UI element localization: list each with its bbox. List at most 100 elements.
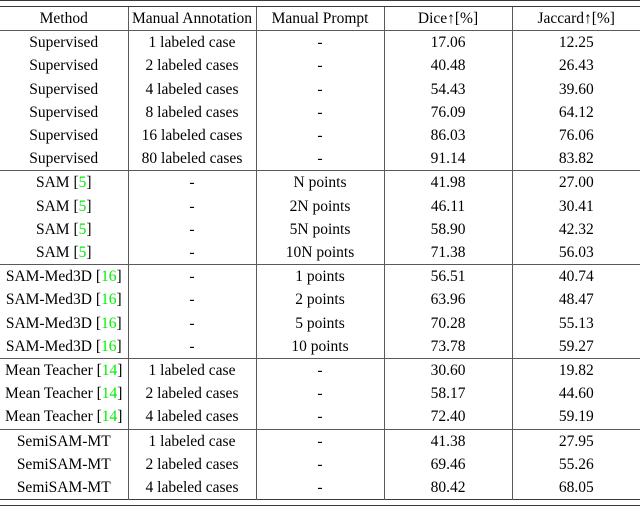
cell-dice: 58.17 — [384, 382, 513, 406]
method-label: SAM-Med3D — [5, 314, 92, 332]
cell-manual-annotation: 4 labeled cases — [128, 77, 257, 101]
cell-manual-annotation: 8 labeled cases — [128, 100, 257, 125]
cell-dice: 73.78 — [384, 334, 513, 359]
cell-manual-prompt: 5 points — [256, 311, 385, 335]
cell-jaccard: 59.19 — [558, 408, 594, 426]
citation-ref[interactable]: 16 — [101, 315, 117, 332]
cell-manual-prompt: - — [256, 405, 385, 430]
cell-dice: 80.42 — [384, 476, 513, 500]
cell-manual-annotation: - — [128, 265, 257, 289]
column-header-method: Method — [0, 6, 129, 31]
cell-jaccard: 27.95 — [558, 432, 594, 450]
table-row: Supervised 4 labeled cases -54.43 39.60 — [0, 77, 640, 101]
citation-bracket-close: ] — [116, 291, 122, 309]
cell-manual-prompt: 2N points — [256, 194, 385, 218]
table-row: SAM-Med3D [16] -2 points 63.96 48.47 — [0, 288, 640, 312]
cell-dice: 30.60 — [384, 359, 513, 383]
cell-manual-prompt: 10 points — [256, 334, 385, 359]
citation-ref[interactable]: 14 — [102, 362, 118, 379]
table-row: SAM [5] -2N points 46.11 30.41 — [0, 194, 640, 218]
comparison-results-table: Method Manual Annotation Manual Prompt Dice… — [0, 0, 640, 507]
cell-jaccard: 19.82 — [558, 362, 594, 380]
cell-method: Mean Teacher [14] — [0, 359, 129, 383]
cell-method: Mean Teacher [14] — [0, 405, 129, 430]
cell-method: SAM [5] — [0, 241, 129, 265]
cell-manual-prompt: 2 points — [256, 288, 385, 312]
horizontal-rule — [0, 499, 640, 507]
citation-ref[interactable]: 14 — [102, 408, 118, 425]
method-label: Mean Teacher — [5, 362, 93, 380]
cell-method: Supervised — [0, 77, 129, 101]
method-label: Supervised — [29, 80, 99, 98]
table-row: Supervised 2 labeled cases -40.48 26.43 — [0, 54, 640, 78]
cell-manual-prompt: 10N points — [256, 241, 385, 265]
cell-jaccard: 59.27 — [558, 337, 594, 355]
cell-method: SAM-Med3D [16] — [0, 311, 129, 335]
cell-method: Supervised — [0, 31, 129, 55]
citation-bracket-close: ] — [86, 244, 92, 262]
cell-jaccard: 40.74 — [558, 268, 594, 286]
cell-manual-annotation: - — [128, 241, 257, 265]
cell-dice: 54.43 — [384, 77, 513, 101]
cell-jaccard: 56.03 — [558, 244, 594, 262]
cell-jaccard: 64.12 — [558, 103, 594, 121]
cell-method: Supervised — [0, 147, 129, 171]
cell-manual-prompt: - — [256, 100, 385, 125]
method-label: SAM-Med3D — [5, 268, 92, 286]
cell-manual-prompt: - — [256, 359, 385, 383]
cell-dice: 56.51 — [384, 265, 513, 289]
citation-bracket-close: ] — [86, 174, 92, 192]
method-label: SAM — [35, 244, 70, 262]
method-label: Supervised — [29, 150, 99, 168]
cell-manual-annotation: 80 labeled cases — [128, 147, 257, 171]
cell-method: SemiSAM-MT — [0, 452, 129, 477]
method-label: SemiSAM-MT — [16, 432, 111, 450]
column-header-dice: Dice↑[%] — [384, 6, 513, 31]
cell-method: Mean Teacher [14] — [0, 382, 129, 406]
cell-method: SemiSAM-MT — [0, 476, 129, 500]
table-header-row: Method Manual Annotation Manual Prompt Dice… — [0, 6, 640, 31]
citation-bracket-close: ] — [116, 337, 122, 355]
cell-manual-annotation: 1 labeled case — [128, 31, 257, 55]
cell-manual-prompt: N points — [256, 171, 385, 195]
method-label: SAM — [35, 174, 70, 192]
cell-manual-prompt: - — [256, 452, 385, 477]
cell-jaccard: 55.26 — [558, 455, 594, 473]
cell-manual-annotation: - — [128, 194, 257, 218]
citation-bracket-close: ] — [116, 314, 122, 332]
cell-manual-prompt: - — [256, 429, 385, 453]
cell-jaccard: 39.60 — [558, 80, 594, 98]
cell-manual-prompt: - — [256, 124, 385, 148]
cell-manual-annotation: - — [128, 311, 257, 335]
column-header-manual_annotation: Manual Annotation — [128, 6, 257, 31]
cell-dice: 72.40 — [384, 405, 513, 430]
cell-method: SAM [5] — [0, 194, 129, 218]
cell-manual-prompt: - — [256, 31, 385, 55]
method-label: Supervised — [29, 34, 99, 52]
cell-manual-annotation: 2 labeled cases — [128, 54, 257, 78]
cell-method: SAM-Med3D [16] — [0, 288, 129, 312]
citation-ref[interactable]: 14 — [102, 385, 118, 402]
citation-bracket-close: ] — [86, 220, 92, 238]
citation-ref[interactable]: 16 — [101, 268, 117, 285]
citation-ref[interactable]: 16 — [101, 338, 117, 355]
cell-jaccard: 55.13 — [558, 314, 594, 332]
method-label: Supervised — [29, 127, 99, 145]
results-table-container: Method Manual Annotation Manual Prompt Dice… — [0, 0, 640, 520]
citation-ref[interactable]: 16 — [101, 291, 117, 308]
cell-dice: 40.48 — [384, 54, 513, 78]
cell-method: Supervised — [0, 54, 129, 78]
cell-jaccard: 30.41 — [558, 197, 594, 215]
table-row: Supervised 80 labeled cases -91.14 83.82 — [0, 147, 640, 171]
cell-dice: 76.09 — [384, 100, 513, 125]
cell-dice: 69.46 — [384, 452, 513, 477]
cell-dice: 58.90 — [384, 217, 513, 242]
cell-method: SAM-Med3D [16] — [0, 265, 129, 289]
table-row: SAM-Med3D [16] -10 points 73.78 59.27 — [0, 334, 640, 359]
citation-bracket-close: ] — [117, 385, 123, 403]
table-bottom-rule — [0, 499, 640, 507]
method-label: Supervised — [29, 103, 99, 121]
cell-manual-annotation: - — [128, 217, 257, 242]
table-row: SAM [5] - N points 41.98 27.00 — [0, 171, 640, 195]
cell-manual-prompt: - — [256, 54, 385, 78]
